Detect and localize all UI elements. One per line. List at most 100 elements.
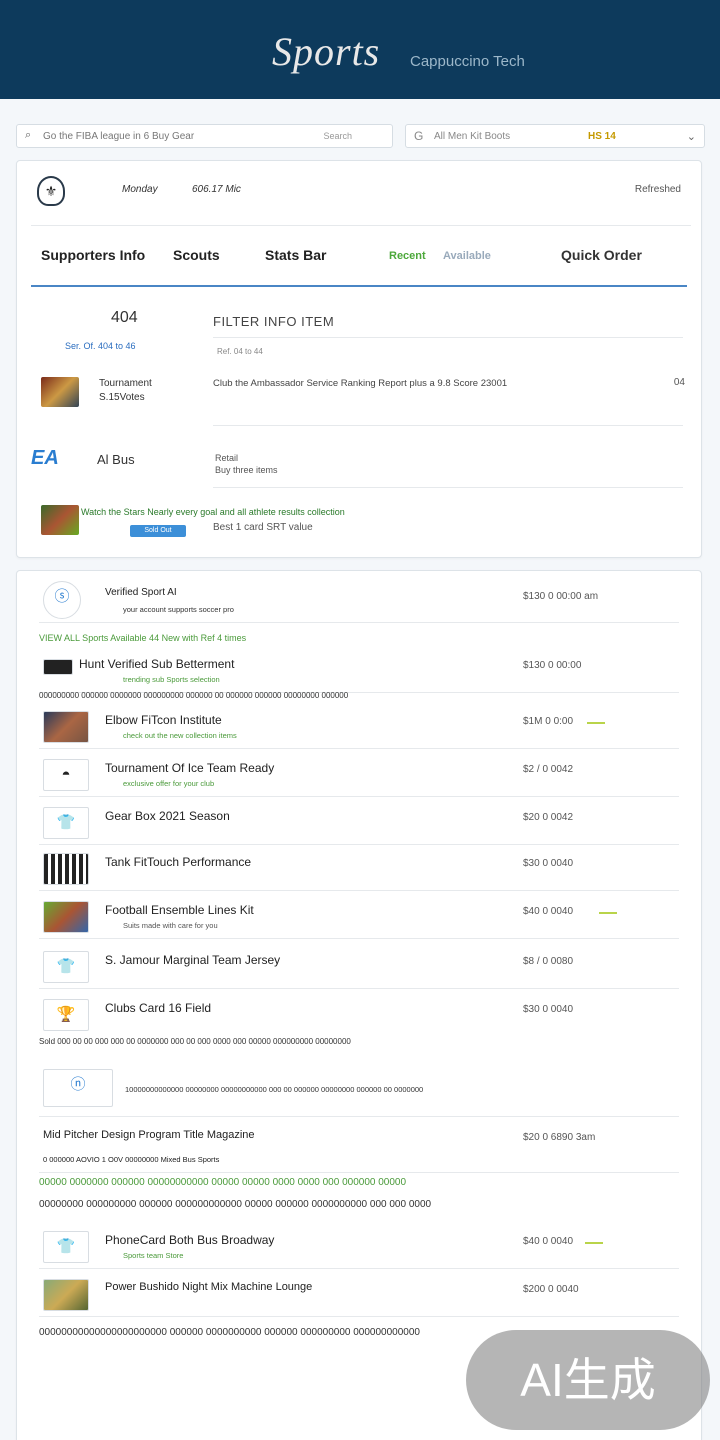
list-item[interactable]: Hunt Verified Sub Betterment trending su… xyxy=(39,647,679,693)
brand-logo[interactable]: Sports xyxy=(272,28,380,75)
divider xyxy=(213,337,683,338)
row-description: Club the Ambassador Service Ranking Repo… xyxy=(213,378,508,389)
search-button[interactable]: Search xyxy=(323,131,352,141)
tab-recent[interactable]: Recent xyxy=(389,250,426,262)
filter-tag: HS 14 xyxy=(588,131,616,142)
list-item-price: $40 0 0040 xyxy=(523,906,574,917)
jersey-icon: 👕 xyxy=(43,951,89,983)
list-item-title: Gear Box 2021 Season xyxy=(105,809,230,823)
product-thumbnail xyxy=(43,711,89,743)
shirt-icon: 👕 xyxy=(43,807,89,839)
list-item[interactable]: ◓ Tournament Of Ice Team Ready exclusive… xyxy=(39,751,679,797)
list-item-title: Power Bushido Night Mix Machine Lounge xyxy=(105,1281,313,1293)
tab-stats[interactable]: Stats Bar xyxy=(265,247,326,263)
list-item-subtitle: Sports team Store xyxy=(123,1251,184,1260)
divider xyxy=(213,487,683,488)
column-subheader: Ref. 04 to 44 xyxy=(217,347,263,356)
list-item-title: S. Jamour Marginal Team Jersey xyxy=(105,953,281,967)
record-range[interactable]: Ser. Of. 404 to 46 xyxy=(65,341,136,351)
summary-card: ⚜ Monday 606.17 Mic Refreshed Supporters… xyxy=(16,160,702,558)
list-item-title: PhoneCard Both Bus Broadway xyxy=(105,1233,275,1247)
list-item[interactable]: 👕 PhoneCard Both Bus Broadway Sports tea… xyxy=(39,1223,679,1269)
list-item[interactable]: 👕 S. Jamour Marginal Team Jersey $8 / 0 … xyxy=(39,943,679,989)
info-strip-text: 00000000 000000000 000000 000000000000 0… xyxy=(39,1199,432,1210)
product-list-card: ⓢ Verified Sport AI your account support… xyxy=(16,570,702,1440)
filter-select[interactable]: G All Men Kit Boots HS 14 ⌄ xyxy=(405,124,705,148)
list-item-subtitle: 10000000000000 00000000 00000000000 000 … xyxy=(125,1085,424,1094)
info-strip-text: 00000 0000000 000000 00000000000 00000 0… xyxy=(39,1177,407,1188)
search-input[interactable]: ⌕ Go the FIBA league in 6 Buy Gear Searc… xyxy=(16,124,393,148)
app-header: Sports Cappuccino Tech xyxy=(0,0,720,99)
tab-bar: Supporters Info Scouts Stats Bar Recent … xyxy=(31,241,687,287)
summary-value: 606.17 Mic xyxy=(192,184,241,195)
list-item-price: $8 / 0 0080 xyxy=(523,956,574,967)
brand-mark: EA xyxy=(31,447,59,469)
row-value: Al Bus xyxy=(97,452,135,467)
club-crest-icon: ⚜ xyxy=(37,176,65,206)
price-indicator xyxy=(585,1242,603,1244)
tab-supporters[interactable]: Supporters Info xyxy=(41,247,145,263)
list-item-title: Verified Sport AI xyxy=(105,587,177,598)
trophy-icon: 🏆 xyxy=(43,999,89,1031)
list-item[interactable]: ⓝ 10000000000000 00000000 00000000000 00… xyxy=(39,1061,679,1117)
list-item[interactable]: Mid Pitcher Design Program Title Magazin… xyxy=(39,1119,679,1173)
tab-scouts[interactable]: Scouts xyxy=(173,247,220,263)
row-thumbnail[interactable] xyxy=(41,377,79,407)
sold-out-badge[interactable]: Sold Out xyxy=(130,525,186,537)
list-item-price: $20 0 0042 xyxy=(523,812,574,823)
list-item-subtitle: 0 000000 AOVIO 1 O0V 00000000 Mixed Bus … xyxy=(43,1155,220,1164)
brand-subtitle: Cappuccino Tech xyxy=(410,53,525,70)
list-item-subtitle: trending sub Sports selection xyxy=(123,675,220,684)
row-caption: Best 1 card SRT value xyxy=(213,522,313,533)
list-item[interactable]: Football Ensemble Lines Kit Suits made w… xyxy=(39,893,679,939)
chevron-down-icon[interactable]: ⌄ xyxy=(687,130,696,143)
info-strip-text: Sold 000 00 00 000 000 00 0000000 000 00… xyxy=(39,1037,351,1046)
price-indicator xyxy=(587,722,605,724)
row-description: Watch the Stars Nearly every goal and al… xyxy=(81,507,345,517)
row-flag[interactable]: 04 xyxy=(674,377,685,388)
list-item-price: $30 0 0040 xyxy=(523,1004,574,1015)
search-icon: ⌕ xyxy=(25,129,32,141)
list-item-price: $2 / 0 0042 xyxy=(523,764,574,775)
list-item-title: Clubs Card 16 Field xyxy=(105,1001,212,1015)
product-thumbnail xyxy=(43,1279,89,1311)
list-item-price: $130 0 00:00 am xyxy=(523,591,599,602)
divider xyxy=(31,225,691,226)
list-item-price: $40 0 0040 xyxy=(523,1236,574,1247)
list-item[interactable]: Tank FitTouch Performance $30 0 0040 xyxy=(39,845,679,891)
row-thumbnail[interactable] xyxy=(41,505,79,535)
list-item[interactable]: ⓢ Verified Sport AI your account support… xyxy=(39,577,679,623)
filter-text: All Men Kit Boots xyxy=(434,131,511,142)
ball-icon: ◓ xyxy=(43,759,89,791)
list-item-subtitle: your account supports soccer pro xyxy=(123,605,234,614)
avatar: ⓢ xyxy=(43,581,81,619)
info-strip: 000000000 000000 0000000 000000000 00000… xyxy=(39,691,679,700)
product-icon xyxy=(43,659,73,675)
list-item-title: Elbow FiTcon Institute xyxy=(105,713,222,727)
row-label: Retail Buy three items xyxy=(215,452,278,476)
info-strip-text: 00000000000000000000000 000000 000000000… xyxy=(39,1327,420,1338)
refresh-status[interactable]: Refreshed xyxy=(635,184,681,195)
list-item-title: Tournament Of Ice Team Ready xyxy=(105,761,275,775)
row-label-line: Retail xyxy=(215,453,239,463)
list-item[interactable]: 🏆 Clubs Card 16 Field $30 0 0040 xyxy=(39,991,679,1037)
row-name: Tournament S.15Votes xyxy=(99,377,152,405)
tab-quick-order[interactable]: Quick Order xyxy=(561,247,642,263)
list-item-subtitle: check out the new collection items xyxy=(123,731,237,740)
list-item-title: Mid Pitcher Design Program Title Magazin… xyxy=(43,1129,255,1141)
list-item[interactable]: Power Bushido Night Mix Machine Lounge $… xyxy=(39,1271,679,1317)
info-strip-text: 000000000 000000 0000000 000000000 00000… xyxy=(39,691,349,700)
list-item-subtitle: Suits made with care for you xyxy=(123,921,218,930)
divider xyxy=(213,425,683,426)
info-strip: 00000 0000000 000000 00000000000 00000 0… xyxy=(39,1177,679,1188)
list-item-price: $200 0 0040 xyxy=(523,1284,579,1295)
list-item-title: Hunt Verified Sub Betterment xyxy=(79,657,235,671)
list-item[interactable]: 👕 Gear Box 2021 Season $20 0 0042 xyxy=(39,799,679,845)
list-item-title: Football Ensemble Lines Kit xyxy=(105,903,254,917)
list-item-price: $1M 0 0:00 xyxy=(523,716,574,727)
product-thumbnail xyxy=(43,901,89,933)
list-item[interactable]: Elbow FiTcon Institute check out the new… xyxy=(39,703,679,749)
summary-day: Monday xyxy=(122,184,158,195)
product-thumbnail xyxy=(43,853,89,885)
list-item-price: $30 0 0040 xyxy=(523,858,574,869)
